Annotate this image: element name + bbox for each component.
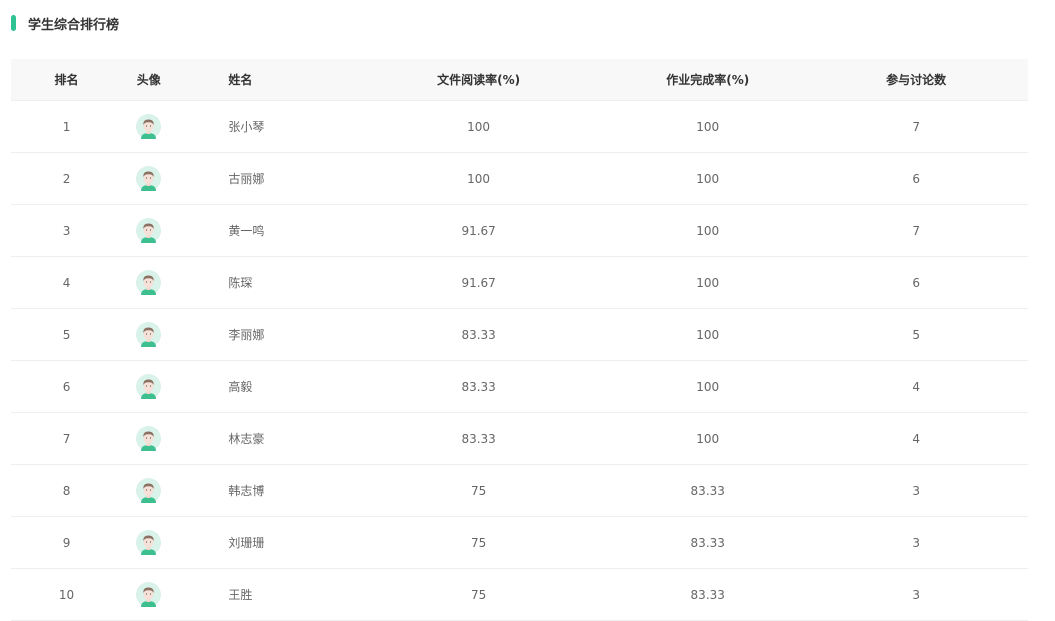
table-row: 8 韩志博 75 83.33 3: [11, 464, 1028, 517]
student-name: 古丽娜: [175, 152, 347, 205]
header-name: 姓名: [175, 59, 347, 101]
homework-rate: 100: [611, 100, 805, 153]
avatar-icon: [136, 114, 162, 139]
avatar-cell: [122, 360, 176, 413]
avatar-icon: [136, 218, 162, 243]
homework-rate: 100: [611, 256, 805, 309]
title-accent-bar: [11, 15, 16, 31]
avatar-cell: [122, 308, 176, 361]
avatar-cell: [122, 464, 176, 517]
rank: 7: [11, 412, 123, 465]
read-rate: 83.33: [346, 412, 612, 465]
homework-rate: 100: [611, 308, 805, 361]
read-rate: 100: [346, 100, 612, 153]
student-name: 李丽娜: [175, 308, 347, 361]
header-avatar: 头像: [122, 59, 176, 101]
read-rate: 75: [346, 568, 612, 621]
student-name: 张小琴: [175, 100, 347, 153]
avatar-cell: [122, 516, 176, 569]
ranking-table: 排名 头像 姓名 文件阅读率(%) 作业完成率(%) 参与讨论数 1 张小琴 1…: [11, 59, 1028, 621]
avatar-cell: [122, 152, 176, 205]
discussion-count: 4: [804, 412, 1028, 465]
avatar-icon: [136, 530, 162, 555]
avatar-icon: [136, 582, 162, 607]
discussion-count: 6: [804, 152, 1028, 205]
table-row: 3 黄一鸣 91.67 100 7: [11, 204, 1028, 257]
read-rate: 83.33: [346, 360, 612, 413]
avatar-cell: [122, 568, 176, 621]
header-homework-rate: 作业完成率(%): [611, 59, 805, 101]
read-rate: 75: [346, 464, 612, 517]
read-rate: 100: [346, 152, 612, 205]
discussion-count: 7: [804, 204, 1028, 257]
read-rate: 91.67: [346, 256, 612, 309]
rank: 5: [11, 308, 123, 361]
homework-rate: 100: [611, 152, 805, 205]
rank: 3: [11, 204, 123, 257]
header-discussions: 参与讨论数: [804, 59, 1028, 101]
student-name: 黄一鸣: [175, 204, 347, 257]
table-row: 2 古丽娜 100 100 6: [11, 152, 1028, 205]
section-title: 学生综合排行榜: [11, 14, 120, 33]
rank: 8: [11, 464, 123, 517]
table-row: 1 张小琴 100 100 7: [11, 100, 1028, 153]
discussion-count: 3: [804, 464, 1028, 517]
table-row: 7 林志豪 83.33 100 4: [11, 412, 1028, 465]
title-text: 学生综合排行榜: [28, 17, 120, 33]
avatar-icon: [136, 270, 162, 295]
read-rate: 83.33: [346, 308, 612, 361]
avatar-icon: [136, 374, 162, 399]
rank: 1: [11, 100, 123, 153]
student-name: 韩志博: [175, 464, 347, 517]
table-header: 排名 头像 姓名 文件阅读率(%) 作业完成率(%) 参与讨论数: [11, 59, 1028, 101]
avatar-icon: [136, 322, 162, 347]
homework-rate: 100: [611, 360, 805, 413]
table-row: 6 高毅 83.33 100 4: [11, 360, 1028, 413]
rank: 4: [11, 256, 123, 309]
discussion-count: 3: [804, 568, 1028, 621]
avatar-icon: [136, 478, 162, 503]
table-row: 9 刘珊珊 75 83.33 3: [11, 516, 1028, 569]
table-row: 5 李丽娜 83.33 100 5: [11, 308, 1028, 361]
avatar-cell: [122, 204, 176, 257]
rank: 2: [11, 152, 123, 205]
avatar-icon: [136, 426, 162, 451]
homework-rate: 100: [611, 204, 805, 257]
homework-rate: 83.33: [611, 568, 805, 621]
student-name: 陈琛: [175, 256, 347, 309]
discussion-count: 6: [804, 256, 1028, 309]
student-name: 刘珊珊: [175, 516, 347, 569]
rank: 10: [11, 568, 123, 621]
homework-rate: 83.33: [611, 516, 805, 569]
header-read-rate: 文件阅读率(%): [346, 59, 612, 101]
student-name: 林志豪: [175, 412, 347, 465]
rank: 9: [11, 516, 123, 569]
avatar-icon: [136, 166, 162, 191]
discussion-count: 4: [804, 360, 1028, 413]
homework-rate: 100: [611, 412, 805, 465]
avatar-cell: [122, 256, 176, 309]
discussion-count: 5: [804, 308, 1028, 361]
table-row: 10 王胜 75 83.33 3: [11, 568, 1028, 621]
student-name: 王胜: [175, 568, 347, 621]
homework-rate: 83.33: [611, 464, 805, 517]
discussion-count: 7: [804, 100, 1028, 153]
read-rate: 91.67: [346, 204, 612, 257]
student-name: 高毅: [175, 360, 347, 413]
read-rate: 75: [346, 516, 612, 569]
rank: 6: [11, 360, 123, 413]
discussion-count: 3: [804, 516, 1028, 569]
avatar-cell: [122, 100, 176, 153]
table-row: 4 陈琛 91.67 100 6: [11, 256, 1028, 309]
header-rank: 排名: [11, 59, 123, 101]
avatar-cell: [122, 412, 176, 465]
